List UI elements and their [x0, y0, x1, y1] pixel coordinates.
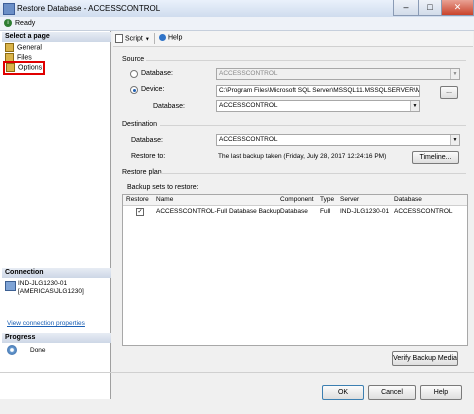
restore-plan-header: Restore plan	[122, 169, 162, 176]
row-database: ACCESSCONTROL	[394, 208, 453, 215]
help-icon	[159, 34, 166, 41]
col-component[interactable]: Component	[280, 196, 314, 203]
maximize-button[interactable]: □	[418, 0, 442, 16]
script-icon	[115, 34, 123, 43]
view-connection-properties-link[interactable]: View connection properties	[7, 320, 85, 327]
left-pane: Select a page General Files Options Conn…	[0, 31, 111, 399]
source-database-select[interactable]: ACCESSCONTROL ▼	[216, 68, 460, 80]
destination-database-value: ACCESSCONTROL	[219, 136, 278, 143]
page-general[interactable]: General	[5, 43, 42, 53]
database-radio[interactable]	[130, 70, 138, 78]
restore-to-value: The last backup taken (Friday, July 28, …	[218, 153, 387, 160]
toolbar-help-label: Help	[167, 34, 183, 42]
source-database-value: ACCESSCONTROL	[219, 70, 278, 77]
toolbar: Script ▼ Help	[113, 31, 473, 47]
select-page-header: Select a page	[2, 32, 111, 42]
script-button[interactable]: Script ▼	[115, 34, 150, 43]
close-button[interactable]: ✕	[441, 0, 474, 16]
row-component: Database	[280, 208, 308, 215]
page-options[interactable]: Options	[3, 61, 45, 75]
toolbar-help-button[interactable]: Help	[159, 34, 182, 41]
status-bar: i Ready	[0, 17, 474, 31]
col-name[interactable]: Name	[156, 196, 173, 203]
source-header: Source	[122, 56, 145, 63]
minimize-button[interactable]: –	[393, 0, 419, 16]
device-path-field[interactable]: C:\Program Files\Microsoft SQL Server\MS…	[216, 85, 420, 97]
script-label: Script	[124, 35, 143, 43]
browse-button[interactable]: ...	[440, 86, 458, 99]
destination-header: Destination	[122, 121, 158, 128]
destination-database-select[interactable]: ACCESSCONTROL ▼	[216, 134, 460, 146]
connection-server: IND-JLG1230-01	[18, 280, 68, 287]
col-type[interactable]: Type	[320, 196, 334, 203]
backup-sets-grid[interactable]: Restore Name Component Type Server Datab…	[122, 194, 468, 346]
title-bar: Restore Database - ACCESSCONTROL – □ ✕	[0, 0, 474, 18]
verify-backup-media-button[interactable]: Verify Backup Media	[392, 351, 458, 366]
col-server[interactable]: Server	[340, 196, 359, 203]
page-general-label: General	[17, 44, 42, 52]
cancel-button[interactable]: Cancel	[368, 385, 416, 400]
server-icon	[5, 281, 16, 291]
timeline-button[interactable]: Timeline...	[412, 151, 459, 164]
progress-icon	[7, 345, 17, 355]
connection-header: Connection	[2, 268, 111, 278]
page-icon	[6, 63, 15, 72]
backup-sets-label: Backup sets to restore:	[127, 184, 199, 191]
progress-header: Progress	[2, 333, 111, 343]
divider	[160, 173, 466, 174]
ok-button[interactable]: OK	[322, 385, 364, 400]
chevron-down-icon: ▼	[450, 135, 459, 145]
row-server: IND-JLG1230-01	[340, 208, 390, 215]
chevron-down-icon: ▼	[410, 101, 419, 111]
destination-database-label: Database:	[131, 137, 163, 144]
footer-divider	[0, 372, 474, 373]
row-type: Full	[320, 208, 331, 215]
toolbar-divider	[154, 33, 155, 44]
chevron-down-icon: ▼	[450, 69, 459, 79]
restore-checkbox[interactable]: ✓	[136, 208, 144, 216]
help-button[interactable]: Help	[420, 385, 462, 400]
grid-header: Restore Name Component Type Server Datab…	[123, 195, 467, 206]
device-database-label: Database:	[153, 103, 185, 110]
device-database-value: ACCESSCONTROL	[219, 102, 278, 109]
divider	[160, 125, 466, 126]
chevron-down-icon: ▼	[144, 36, 150, 43]
col-restore[interactable]: Restore	[126, 196, 149, 203]
source-database-label: Database:	[141, 70, 173, 77]
ready-icon: i	[4, 19, 12, 27]
window-title: Restore Database - ACCESSCONTROL	[17, 4, 161, 13]
progress-status: Done	[30, 347, 46, 354]
device-database-select[interactable]: ACCESSCONTROL ▼	[216, 100, 420, 112]
status-text: Ready	[15, 20, 36, 27]
table-row[interactable]: ✓ ACCESSCONTROL-Full Database Backup Dat…	[123, 206, 467, 217]
col-database[interactable]: Database	[394, 196, 422, 203]
divider	[146, 60, 466, 61]
app-icon	[3, 3, 15, 15]
device-radio[interactable]	[130, 86, 138, 94]
page-icon	[5, 43, 14, 52]
page-options-label: Options	[18, 64, 43, 72]
row-name: ACCESSCONTROL-Full Database Backup	[156, 208, 281, 215]
device-label: Device:	[141, 86, 165, 93]
connection-user: [AMERICAS\JLG1230]	[18, 288, 84, 295]
restore-to-label: Restore to:	[131, 153, 166, 160]
